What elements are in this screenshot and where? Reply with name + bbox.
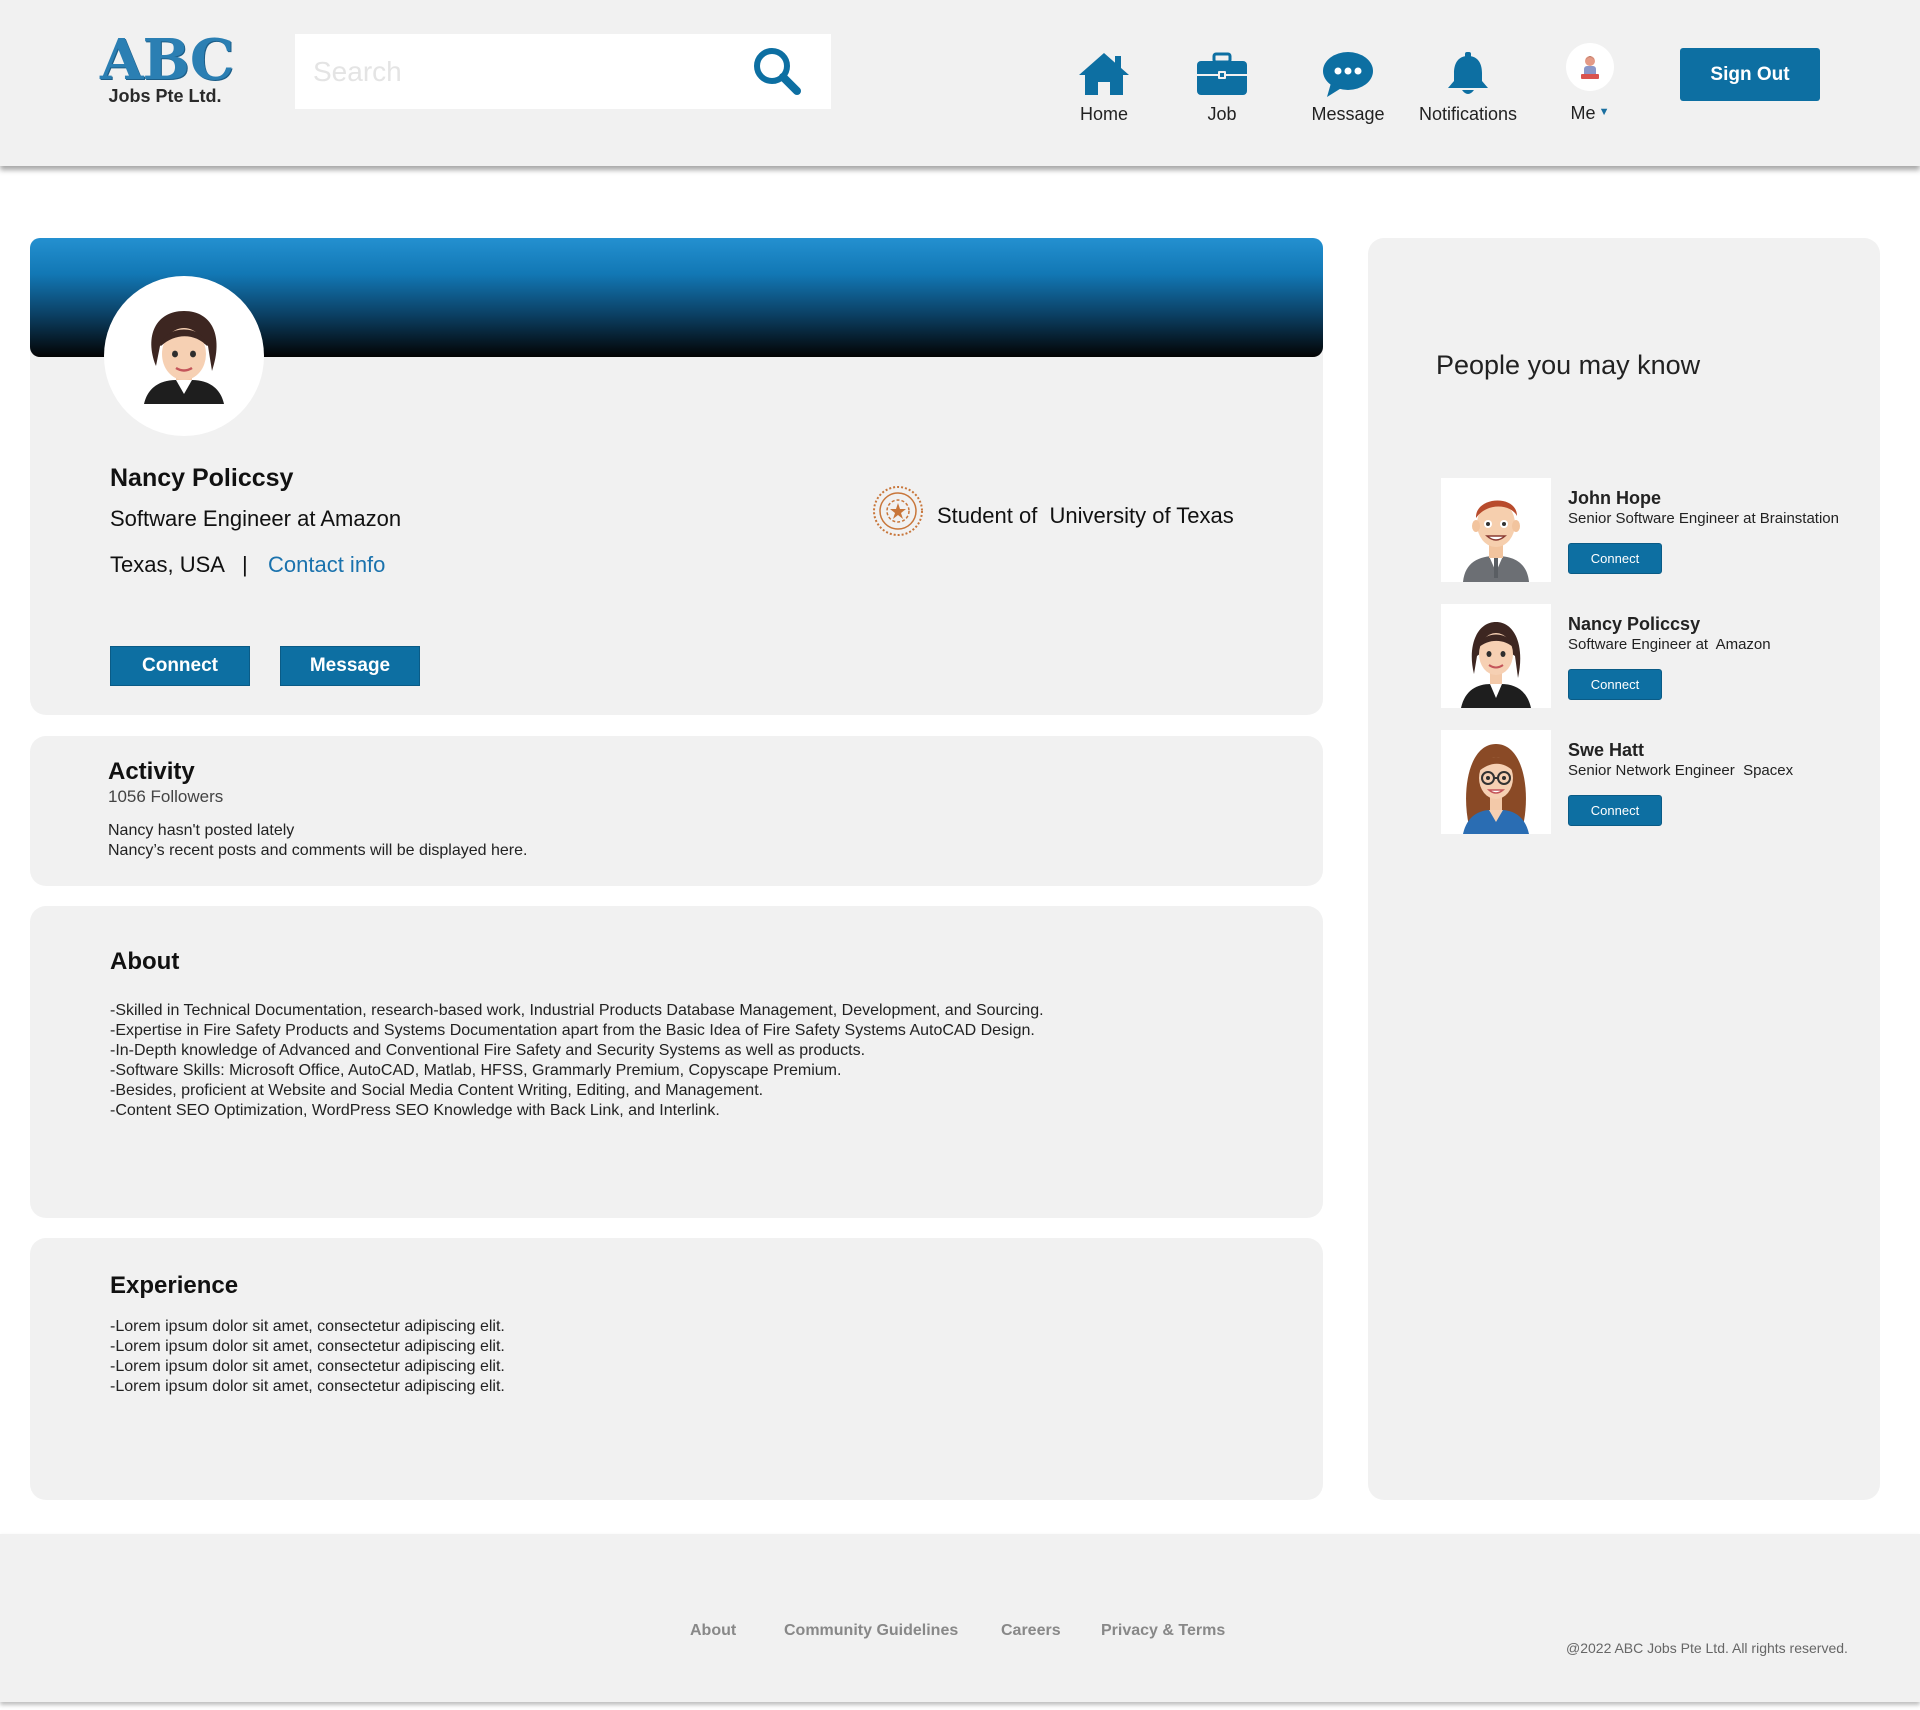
suggestion-role: Software Engineer at Amazon	[1568, 636, 1771, 653]
contact-info-link[interactable]: Contact info	[268, 552, 385, 578]
followers-count[interactable]: 1056 Followers	[108, 787, 223, 807]
suggestion-avatar[interactable]	[1441, 478, 1551, 582]
me-text: Me	[1570, 103, 1596, 123]
nav-notifications-label: Notifications	[1418, 104, 1518, 124]
suggestion-item: Swe Hatt Senior Network Engineer Spacex …	[1441, 730, 1861, 838]
nav-me-label: Me ▼	[1560, 103, 1620, 124]
message-button[interactable]: Message	[280, 646, 420, 686]
suggestion-item: John Hope Senior Software Engineer at Br…	[1441, 478, 1861, 586]
copyright-text: @2022 ABC Jobs Pte Ltd. All rights reser…	[1566, 1640, 1848, 1656]
user-avatar	[1566, 43, 1614, 91]
nav-me-menu[interactable]: Me ▼	[1560, 43, 1620, 124]
suggestion-item: Nancy Policcsy Software Engineer at Amaz…	[1441, 604, 1861, 712]
bell-icon	[1448, 52, 1488, 94]
separator: |	[242, 552, 248, 577]
experience-line: -Lorem ipsum dolor sit amet, consectetur…	[110, 1378, 505, 1395]
footer-link-privacy-terms[interactable]: Privacy & Terms	[1101, 1622, 1225, 1640]
logo-subtitle: Jobs Pte Ltd.	[108, 86, 222, 106]
experience-line: -Lorem ipsum dolor sit amet, consectetur…	[110, 1358, 505, 1375]
user-avatar-icon	[1581, 56, 1599, 79]
activity-description: Nancy’s recent posts and comments will b…	[108, 842, 528, 859]
profile-headline: Software Engineer at Amazon	[110, 506, 402, 531]
education-text: Student of University of Texas	[937, 503, 1234, 528]
connect-button[interactable]: Connect	[110, 646, 250, 686]
people-you-may-know-panel: People you may know John Hope Senior Sof…	[1368, 238, 1880, 1500]
briefcase-icon	[1197, 52, 1247, 95]
profile-card: Nancy Policcsy Software Engineer at Amaz…	[30, 238, 1323, 715]
suggestion-connect-button[interactable]: Connect	[1568, 669, 1662, 700]
suggestion-avatar[interactable]	[1441, 604, 1551, 708]
footer-link-community-guidelines[interactable]: Community Guidelines	[784, 1622, 958, 1640]
home-icon	[1079, 53, 1129, 95]
experience-card: Experience -Lorem ipsum dolor sit amet, …	[30, 1238, 1323, 1500]
about-line: -Content SEO Optimization, WordPress SEO…	[110, 1102, 720, 1119]
suggestion-name[interactable]: Nancy Policcsy	[1568, 614, 1700, 635]
sign-out-button[interactable]: Sign Out	[1680, 48, 1820, 101]
woman-glasses-avatar-icon	[1463, 744, 1529, 834]
about-text: -Skilled in Technical Documentation, res…	[110, 1001, 1044, 1121]
experience-title: Experience	[110, 1272, 239, 1299]
profile-location: Texas, USA	[110, 552, 225, 577]
suggestion-name[interactable]: Swe Hatt	[1568, 740, 1644, 761]
nav-job-label: Job	[1207, 104, 1237, 124]
about-line: -Expertise in Fire Safety Products and S…	[110, 1022, 1035, 1039]
about-line: -Besides, proficient at Website and Soci…	[110, 1082, 764, 1099]
nav-message[interactable]: Message	[1304, 48, 1392, 125]
profile-name: Nancy Policcsy	[110, 464, 294, 492]
suggestion-avatar[interactable]	[1441, 730, 1551, 834]
suggestion-connect-button[interactable]: Connect	[1568, 543, 1662, 574]
profile-avatar[interactable]	[104, 276, 264, 436]
about-line: -Software Skills: Microsoft Office, Auto…	[110, 1062, 842, 1079]
chat-bubble-icon	[1323, 52, 1373, 97]
experience-text: -Lorem ipsum dolor sit amet, consectetur…	[110, 1317, 505, 1397]
top-header: ABC Jobs Pte Ltd. Home Job	[0, 0, 1920, 166]
woman-avatar-icon	[144, 311, 224, 404]
about-line: -Skilled in Technical Documentation, res…	[110, 1002, 1044, 1019]
search-icon[interactable]	[750, 44, 806, 100]
search-input[interactable]	[313, 34, 753, 109]
about-card: About -Skilled in Technical Documentatio…	[30, 906, 1323, 1218]
footer-link-about[interactable]: About	[690, 1622, 736, 1640]
activity-title: Activity	[108, 758, 195, 785]
experience-line: -Lorem ipsum dolor sit amet, consectetur…	[110, 1338, 505, 1355]
search-bar	[295, 34, 831, 109]
nav-home-label: Home	[1079, 104, 1128, 124]
suggestion-connect-button[interactable]: Connect	[1568, 795, 1662, 826]
company-logo[interactable]: ABC Jobs Pte Ltd.	[100, 27, 234, 107]
suggestion-name[interactable]: John Hope	[1568, 488, 1661, 509]
activity-card: Activity 1056 Followers Nancy hasn't pos…	[30, 736, 1323, 886]
sidebar-title: People you may know	[1436, 350, 1701, 380]
university-seal-icon	[873, 486, 923, 536]
nav-home[interactable]: Home	[1070, 48, 1138, 125]
about-line: -In-Depth knowledge of Advanced and Conv…	[110, 1042, 866, 1059]
activity-status: Nancy hasn't posted lately	[108, 822, 295, 839]
nav-message-label: Message	[1311, 104, 1385, 124]
page-footer: About Community Guidelines Careers Priva…	[0, 1534, 1920, 1702]
woman-avatar-icon	[1461, 622, 1531, 708]
man-avatar-icon	[1463, 500, 1529, 582]
logo-mark: ABC	[100, 27, 234, 93]
suggestion-role: Senior Network Engineer Spacex	[1568, 762, 1794, 779]
suggestion-role: Senior Software Engineer at Brainstation	[1568, 510, 1839, 527]
experience-line: -Lorem ipsum dolor sit amet, consectetur…	[110, 1318, 505, 1335]
footer-link-careers[interactable]: Careers	[1001, 1622, 1061, 1640]
nav-job[interactable]: Job	[1190, 48, 1254, 125]
nav-notifications[interactable]: Notifications	[1410, 48, 1526, 125]
about-title: About	[110, 948, 180, 975]
caret-down-icon: ▼	[1595, 106, 1610, 118]
